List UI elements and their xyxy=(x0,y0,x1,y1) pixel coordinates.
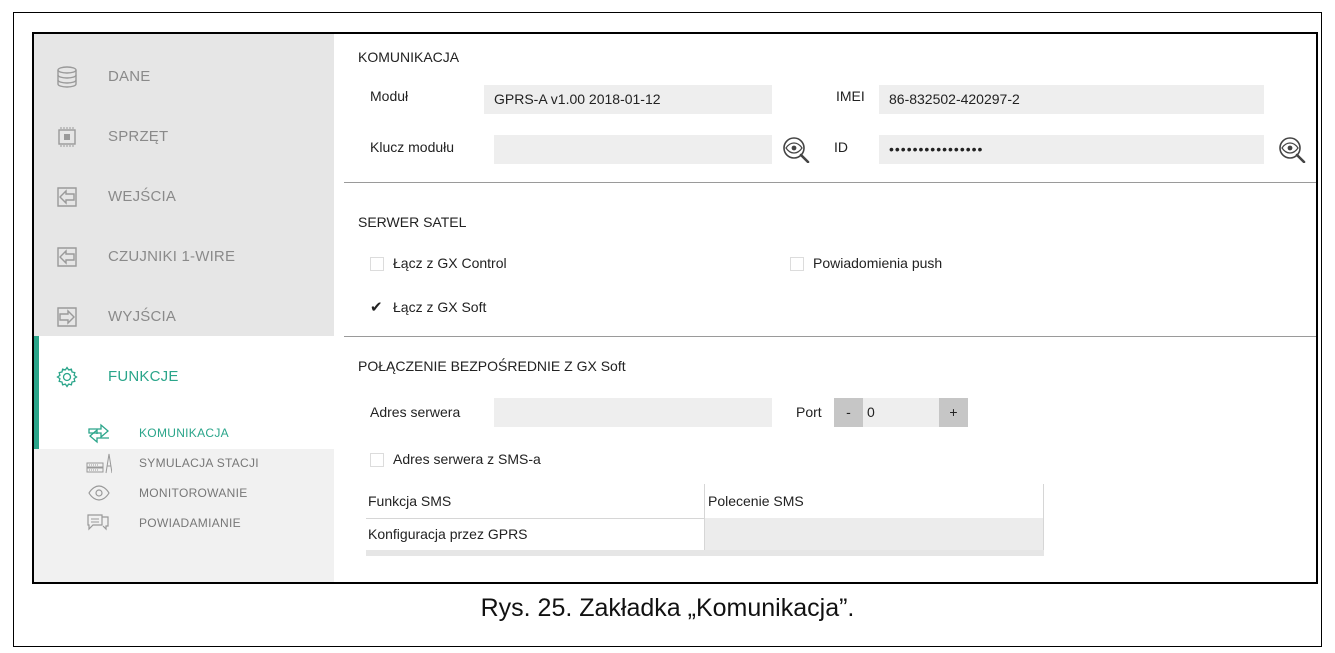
input-arrow-icon xyxy=(57,247,77,267)
subitem-komunikacja[interactable]: KOMUNIKACJA xyxy=(34,418,334,448)
port-increment-button[interactable]: + xyxy=(939,398,968,427)
server-address-label: Adres serwera xyxy=(370,404,461,420)
sidebar-item-funkcje[interactable]: FUNKCJE xyxy=(34,348,334,408)
output-arrow-icon xyxy=(57,307,77,327)
gx-control-checkbox[interactable]: Łącz z GX Control xyxy=(370,254,570,276)
sidebar-item-label: WYJŚCIA xyxy=(108,308,177,325)
sidebar-item-label: FUNKCJE xyxy=(108,368,179,385)
sms-table: Funkcja SMS Polecenie SMS Konfiguracja p… xyxy=(366,484,1044,558)
sidebar-item-wyjscia[interactable]: WYJŚCIA xyxy=(34,288,334,348)
subitem-monitorowanie[interactable]: MONITOROWANIE xyxy=(34,478,334,508)
show-id-icon[interactable] xyxy=(1278,137,1306,163)
id-field[interactable]: •••••••••••••••• xyxy=(879,135,1264,164)
checkbox-box xyxy=(370,257,384,271)
checkbox-label: Łącz z GX Control xyxy=(393,255,507,271)
subitem-powiadamianie[interactable]: POWIADAMIANIE xyxy=(34,508,334,538)
module-key-label: Klucz modułu xyxy=(370,139,455,155)
gear-icon xyxy=(56,366,78,388)
module-label: Moduł xyxy=(370,88,409,104)
hardware-chip-icon xyxy=(58,127,76,147)
main-panel: KOMUNIKACJA Moduł GPRS-A v1.00 2018-01-1… xyxy=(334,34,1316,582)
show-module-key-icon[interactable] xyxy=(782,137,810,163)
subitem-label: MONITOROWANIE xyxy=(139,486,248,500)
station-simulation-icon xyxy=(86,453,112,474)
sidebar-item-sprzet[interactable]: SPRZĘT xyxy=(34,108,334,168)
server-address-sms-checkbox[interactable]: Adres serwera z SMS-a xyxy=(370,450,630,472)
table-footer xyxy=(366,550,1044,556)
section-title-polaczenie-bezposrednie: POŁĄCZENIE BEZPOŚREDNIE Z GX Soft xyxy=(358,358,626,374)
communication-arrows-icon xyxy=(88,423,109,444)
checkbox-box xyxy=(790,257,804,271)
sidebar-item-label: CZUJNIKI 1-WIRE xyxy=(108,248,236,265)
database-icon xyxy=(57,66,77,88)
table-cell-function: Konfiguracja przez GPRS xyxy=(368,526,528,542)
section-divider xyxy=(344,182,1316,183)
module-field: GPRS-A v1.00 2018-01-12 xyxy=(484,85,772,114)
server-address-input[interactable] xyxy=(494,398,772,427)
app-window: DANE SPRZĘT WEJŚCIA CZUJNIKI 1-WIRE WYJŚ… xyxy=(32,32,1318,584)
imei-field: 86-832502-420297-2 xyxy=(879,85,1264,114)
table-border xyxy=(1043,484,1044,550)
checkmark-icon: ✔ xyxy=(370,298,383,316)
input-arrow-icon xyxy=(57,187,77,207)
table-header-polecenie-sms: Polecenie SMS xyxy=(708,493,804,509)
subitem-label: KOMUNIKACJA xyxy=(139,426,229,440)
chat-bubble-icon xyxy=(87,514,109,531)
checkbox-box xyxy=(370,453,384,467)
subitem-label: POWIADAMIANIE xyxy=(139,516,241,530)
checkbox-label: Powiadomienia push xyxy=(813,255,943,271)
imei-label: IMEI xyxy=(836,88,865,104)
sidebar-item-czujniki[interactable]: CZUJNIKI 1-WIRE xyxy=(34,228,334,288)
sidebar: DANE SPRZĘT WEJŚCIA CZUJNIKI 1-WIRE WYJŚ… xyxy=(34,34,334,582)
table-header-funkcja-sms: Funkcja SMS xyxy=(368,493,452,509)
port-input[interactable]: 0 xyxy=(863,398,939,427)
eye-icon xyxy=(88,485,110,501)
gx-soft-checkbox[interactable]: ✔ Łącz z GX Soft xyxy=(370,298,570,320)
section-title-serwer-satel: SERWER SATEL xyxy=(358,214,467,230)
sidebar-item-dane[interactable]: DANE xyxy=(34,48,334,108)
id-label: ID xyxy=(834,139,848,155)
port-label: Port xyxy=(796,404,822,420)
table-column-divider xyxy=(704,484,705,550)
module-key-field[interactable] xyxy=(494,135,772,164)
checkbox-label: Łącz z GX Soft xyxy=(393,299,487,315)
sidebar-item-label: DANE xyxy=(108,68,151,85)
port-decrement-button[interactable]: - xyxy=(834,398,863,427)
figure-caption: Rys. 25. Zakładka „Komunikacja”. xyxy=(480,594,855,622)
sidebar-item-wejscia[interactable]: WEJŚCIA xyxy=(34,168,334,228)
subitem-symulacja-stacji[interactable]: SYMULACJA STACJI xyxy=(34,448,334,478)
table-cell-command[interactable] xyxy=(704,518,1044,550)
checkbox-label: Adres serwera z SMS-a xyxy=(393,451,541,467)
push-notifications-checkbox[interactable]: Powiadomienia push xyxy=(790,254,1010,276)
sidebar-item-label: WEJŚCIA xyxy=(108,188,177,205)
section-divider xyxy=(344,336,1316,337)
sidebar-item-label: SPRZĘT xyxy=(108,128,169,145)
section-title-komunikacja: KOMUNIKACJA xyxy=(358,49,460,65)
subitem-label: SYMULACJA STACJI xyxy=(139,456,259,470)
